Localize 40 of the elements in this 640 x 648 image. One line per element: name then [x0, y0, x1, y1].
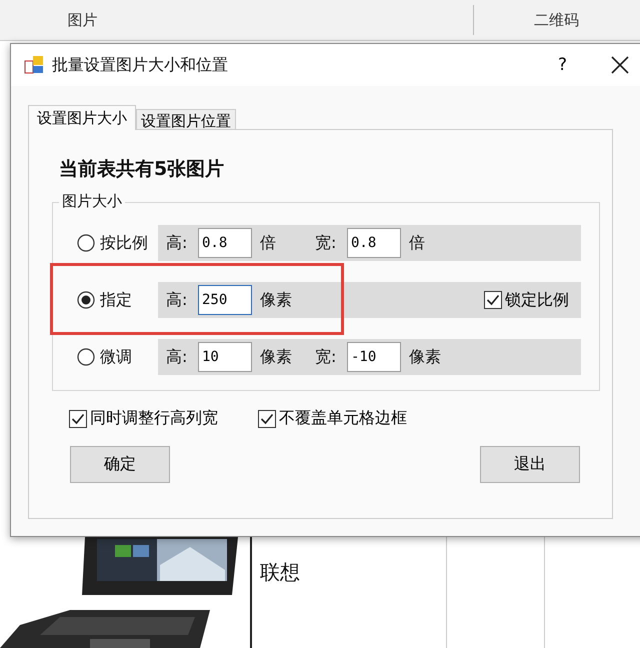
field-label: 宽: [315, 232, 338, 254]
checkbox[interactable] [69, 410, 87, 428]
summary-text: 当前表共有5张图片 [59, 157, 226, 182]
number-field[interactable]: 10 [198, 342, 252, 372]
number-field[interactable]: -10 [347, 342, 401, 372]
table-cell-text: 联想 [259, 559, 301, 586]
column-header: 图片 [66, 10, 98, 30]
unit-label: 倍 [260, 232, 277, 254]
close-icon[interactable] [611, 56, 629, 74]
field-label: 高: [166, 232, 188, 254]
column-header: 二维码 [533, 10, 580, 30]
tab[interactable]: 设置图片大小 [28, 105, 136, 130]
dialog-button[interactable]: 确定 [70, 446, 170, 483]
field-label: 宽: [315, 346, 338, 368]
unit-label: 倍 [409, 232, 426, 254]
radio-button[interactable] [77, 348, 95, 366]
unit-label: 像素 [260, 346, 293, 368]
option-checkbox[interactable]: 不覆盖单元格边框 [258, 408, 407, 429]
group-title: 图片大小 [59, 192, 125, 211]
number-field[interactable]: 250 [198, 285, 252, 315]
unit-label: 像素 [409, 346, 442, 368]
option-label: 按比例 [100, 232, 149, 254]
window-title: 批量设置图片大小和位置 [52, 54, 229, 76]
checkbox[interactable] [258, 410, 276, 428]
lock-ratio-checkbox[interactable]: 锁定比例 [484, 290, 569, 310]
field-label: 高: [166, 346, 188, 368]
tab[interactable]: 设置图片位置 [136, 109, 236, 129]
help-button[interactable]: ? [558, 55, 567, 75]
dialog-button[interactable]: 退出 [480, 446, 580, 483]
option-checkbox[interactable]: 同时调整行高列宽 [69, 408, 218, 429]
number-field[interactable]: 0.8 [198, 228, 252, 258]
option-label: 指定 [100, 290, 133, 310]
option-label: 微调 [100, 346, 133, 368]
field-label: 高: [166, 290, 188, 310]
checkbox[interactable] [484, 291, 502, 309]
radio-button[interactable] [77, 234, 95, 252]
radio-button[interactable] [77, 291, 95, 309]
app-icon [24, 55, 44, 75]
number-field[interactable]: 0.8 [347, 228, 401, 258]
unit-label: 像素 [260, 290, 293, 310]
